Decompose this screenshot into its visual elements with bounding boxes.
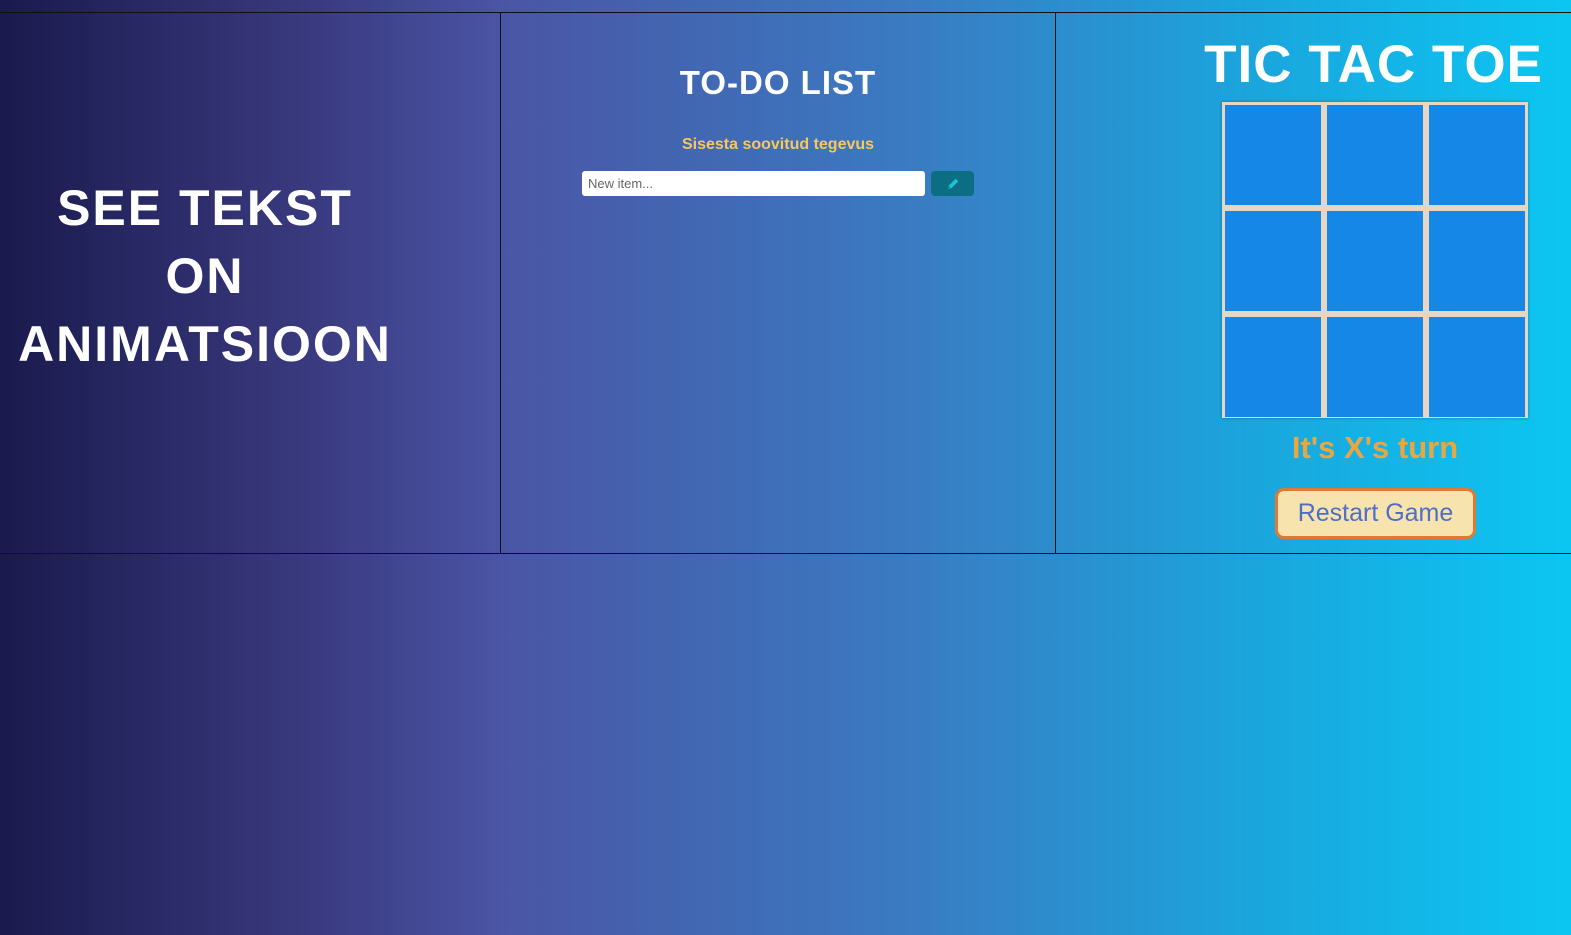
restart-game-button[interactable]: Restart Game [1275, 488, 1476, 539]
pencil-icon [947, 178, 958, 189]
board-cell-3[interactable] [1429, 105, 1525, 205]
add-item-button[interactable] [931, 171, 974, 196]
game-board [1222, 102, 1528, 418]
tictactoe-title: TIC TAC TOE [1204, 35, 1543, 94]
panels-row: SEE TEKST ON ANIMATSIOON TO-DO LIST Sise… [0, 12, 1571, 554]
turn-status: It's X's turn [1291, 430, 1459, 465]
new-item-input[interactable] [582, 171, 925, 196]
animation-panel: SEE TEKST ON ANIMATSIOON [0, 12, 501, 553]
board-cell-1[interactable] [1225, 105, 1321, 205]
todo-panel: TO-DO LIST Sisesta soovitud tegevus [501, 12, 1056, 553]
board-cell-9[interactable] [1429, 317, 1525, 417]
board-cell-4[interactable] [1225, 211, 1321, 311]
board-cell-6[interactable] [1429, 211, 1525, 311]
todo-title: TO-DO LIST [679, 64, 877, 101]
board-cell-5[interactable] [1327, 211, 1423, 311]
animated-text-line-1: SEE TEKST [57, 180, 353, 236]
todo-subtitle: Sisesta soovitud tegevus [681, 136, 875, 153]
animated-text: SEE TEKST ON ANIMATSIOON [0, 174, 410, 378]
animated-text-line-2: ON [165, 248, 245, 304]
board-cell-7[interactable] [1225, 317, 1321, 417]
board-cell-2[interactable] [1327, 105, 1423, 205]
tictactoe-panel: TIC TAC TOE It's X's turn Restart Game [1056, 12, 1571, 553]
animated-text-line-3: ANIMATSIOON [18, 316, 392, 372]
board-cell-8[interactable] [1327, 317, 1423, 417]
